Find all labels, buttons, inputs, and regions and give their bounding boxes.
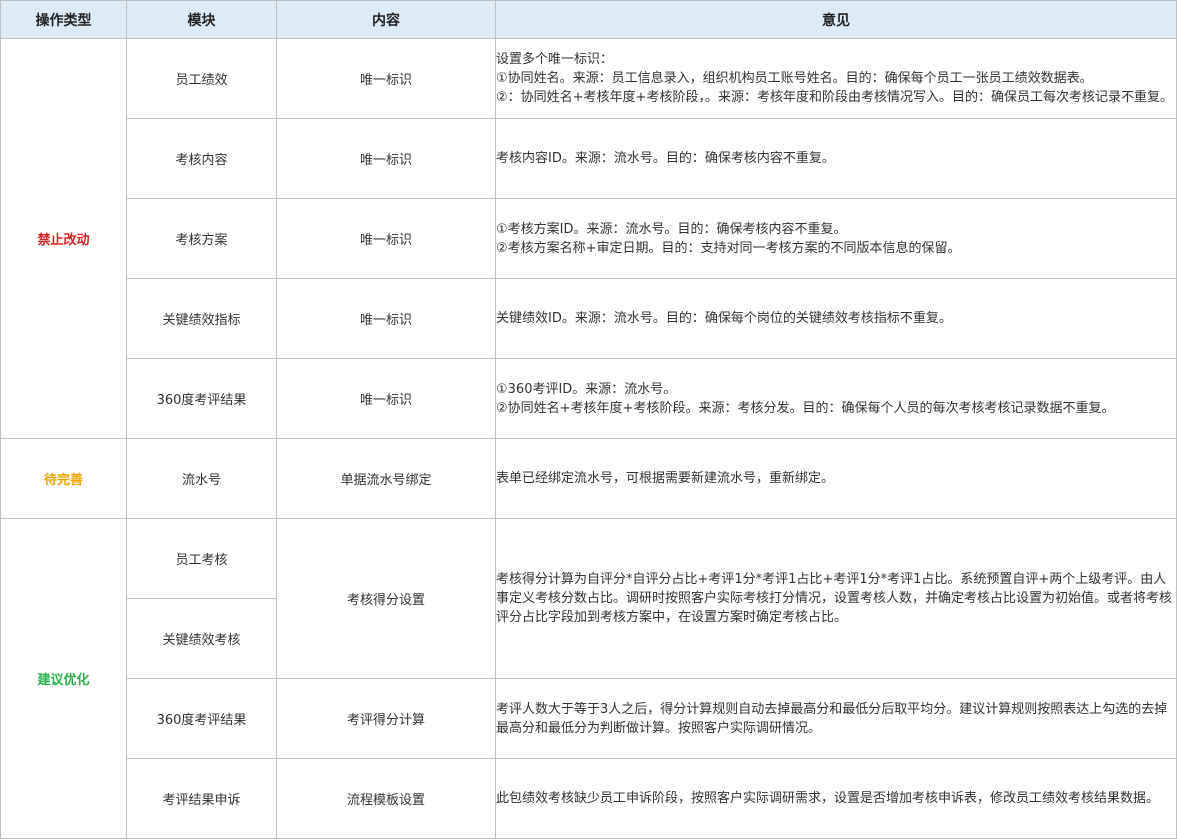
opinion-line: 考评人数大于等于3人之后，得分计算规则自动去掉最高分和最低分后取平均分。建议计算… — [496, 701, 1168, 736]
type-cell-pending: 待完善 — [0, 438, 127, 519]
module-cell: 360度考评结果 — [126, 678, 277, 759]
opinion-table: 操作类型 模块 内容 意见 禁止改动 员工绩效 唯一标识 设置多个唯一标识： ①… — [0, 0, 1177, 839]
module-cell: 考评结果申诉 — [126, 758, 277, 839]
table-row: 考核方案 唯一标识 ①考核方案ID。来源：流水号。目的：确保考核内容不重复。 ②… — [1, 198, 1177, 279]
opinion-cell: 表单已经绑定流水号，可根据需要新建流水号，重新绑定。 — [495, 438, 1177, 519]
header-row: 操作类型 模块 内容 意见 — [0, 0, 1177, 39]
module-cell: 关键绩效指标 — [126, 278, 277, 359]
module-cell: 员工考核 — [126, 518, 277, 599]
type-cell-forbidden: 禁止改动 — [0, 38, 127, 439]
opinion-cell: 考评人数大于等于3人之后，得分计算规则自动去掉最高分和最低分后取平均分。建议计算… — [495, 678, 1177, 759]
module-cell: 360度考评结果 — [126, 358, 277, 439]
opinion-line: ①考核方案ID。来源：流水号。目的：确保考核内容不重复。 — [496, 221, 847, 237]
opinion-line: ①360考评ID。来源：流水号。 — [496, 381, 677, 397]
opinion-line: ②考核方案名称+审定日期。目的：支持对同一考核方案的不同版本信息的保留。 — [496, 240, 961, 256]
table-row: 360度考评结果 考评得分计算 考评人数大于等于3人之后，得分计算规则自动去掉最… — [1, 678, 1177, 759]
opinion-line: ②协同姓名+考核年度+考核阶段。来源：考核分发。目的：确保每个人员的每次考核考核… — [496, 400, 1115, 416]
opinion-line: 考核内容ID。来源：流水号。目的：确保考核内容不重复。 — [496, 151, 835, 166]
table-row: 360度考评结果 唯一标识 ①360考评ID。来源：流水号。 ②协同姓名+考核年… — [1, 358, 1177, 439]
module-cell: 关键绩效考核 — [126, 598, 277, 679]
header-type: 操作类型 — [0, 0, 127, 39]
opinion-cell: 关键绩效ID。来源：流水号。目的：确保每个岗位的关键绩效考核指标不重复。 — [495, 278, 1177, 359]
content-cell: 单据流水号绑定 — [276, 438, 496, 519]
opinion-line: 此包绩效考核缺少员工申诉阶段，按照客户实际调研需求，设置是否增加考核申诉表，修改… — [496, 791, 1160, 806]
content-cell: 考评得分计算 — [276, 678, 496, 759]
opinion-cell: 考核得分计算为自评分*自评分占比+考评1分*考评1占比+考评1分*考评1占比。系… — [495, 518, 1177, 679]
header-content: 内容 — [276, 0, 496, 39]
header-opinion: 意见 — [495, 0, 1177, 39]
table-row: 关键绩效指标 唯一标识 关键绩效ID。来源：流水号。目的：确保每个岗位的关键绩效… — [1, 278, 1177, 359]
content-cell: 唯一标识 — [276, 38, 496, 119]
opinion-cell: ①360考评ID。来源：流水号。 ②协同姓名+考核年度+考核阶段。来源：考核分发… — [495, 358, 1177, 439]
module-cell: 考核方案 — [126, 198, 277, 279]
content-cell: 考核得分设置 — [276, 518, 496, 679]
opinion-line: 表单已经绑定流水号，可根据需要新建流水号，重新绑定。 — [496, 471, 835, 486]
opinion-cell: ①考核方案ID。来源：流水号。目的：确保考核内容不重复。 ②考核方案名称+审定日… — [495, 198, 1177, 279]
module-cell: 员工绩效 — [126, 38, 277, 119]
opinion-line: 考核得分计算为自评分*自评分占比+考评1分*考评1占比+考评1分*考评1占比。系… — [496, 572, 1173, 625]
opinion-line: 关键绩效ID。来源：流水号。目的：确保每个岗位的关键绩效考核指标不重复。 — [496, 311, 952, 326]
opinion-cell: 设置多个唯一标识： ①协同姓名。来源：员工信息录入，组织机构员工账号姓名。目的：… — [495, 38, 1177, 119]
table-row: 考评结果申诉 流程模板设置 此包绩效考核缺少员工申诉阶段，按照客户实际调研需求，… — [1, 758, 1177, 839]
content-cell: 唯一标识 — [276, 118, 496, 199]
opinion-cell: 考核内容ID。来源：流水号。目的：确保考核内容不重复。 — [495, 118, 1177, 199]
type-cell-suggest: 建议优化 — [0, 518, 127, 839]
opinion-cell: 此包绩效考核缺少员工申诉阶段，按照客户实际调研需求，设置是否增加考核申诉表，修改… — [495, 758, 1177, 839]
content-cell: 唯一标识 — [276, 198, 496, 279]
content-cell: 唯一标识 — [276, 358, 496, 439]
table-row: 待完善 流水号 单据流水号绑定 表单已经绑定流水号，可根据需要新建流水号，重新绑… — [0, 438, 1177, 519]
module-cell: 流水号 — [126, 438, 277, 519]
table-row: 禁止改动 员工绩效 唯一标识 设置多个唯一标识： ①协同姓名。来源：员工信息录入… — [0, 38, 1177, 439]
table-row: 建议优化 员工考核 考核得分设置 考核得分计算为自评分*自评分占比+考评1分*考… — [0, 518, 1177, 839]
opinion-line: ①协同姓名。来源：员工信息录入，组织机构员工账号姓名。目的：确保每个员工一张员工… — [496, 71, 1093, 86]
content-cell: 唯一标识 — [276, 278, 496, 359]
table-row: 考核内容 唯一标识 考核内容ID。来源：流水号。目的：确保考核内容不重复。 — [1, 118, 1177, 199]
opinion-line: ②：协同姓名+考核年度+考核阶段，。来源：考核年度和阶段由考核情况写入。目的：确… — [496, 90, 1173, 105]
opinion-line: 设置多个唯一标识： — [496, 52, 614, 67]
module-cell: 考核内容 — [126, 118, 277, 199]
content-cell: 流程模板设置 — [276, 758, 496, 839]
header-module: 模块 — [126, 0, 277, 39]
